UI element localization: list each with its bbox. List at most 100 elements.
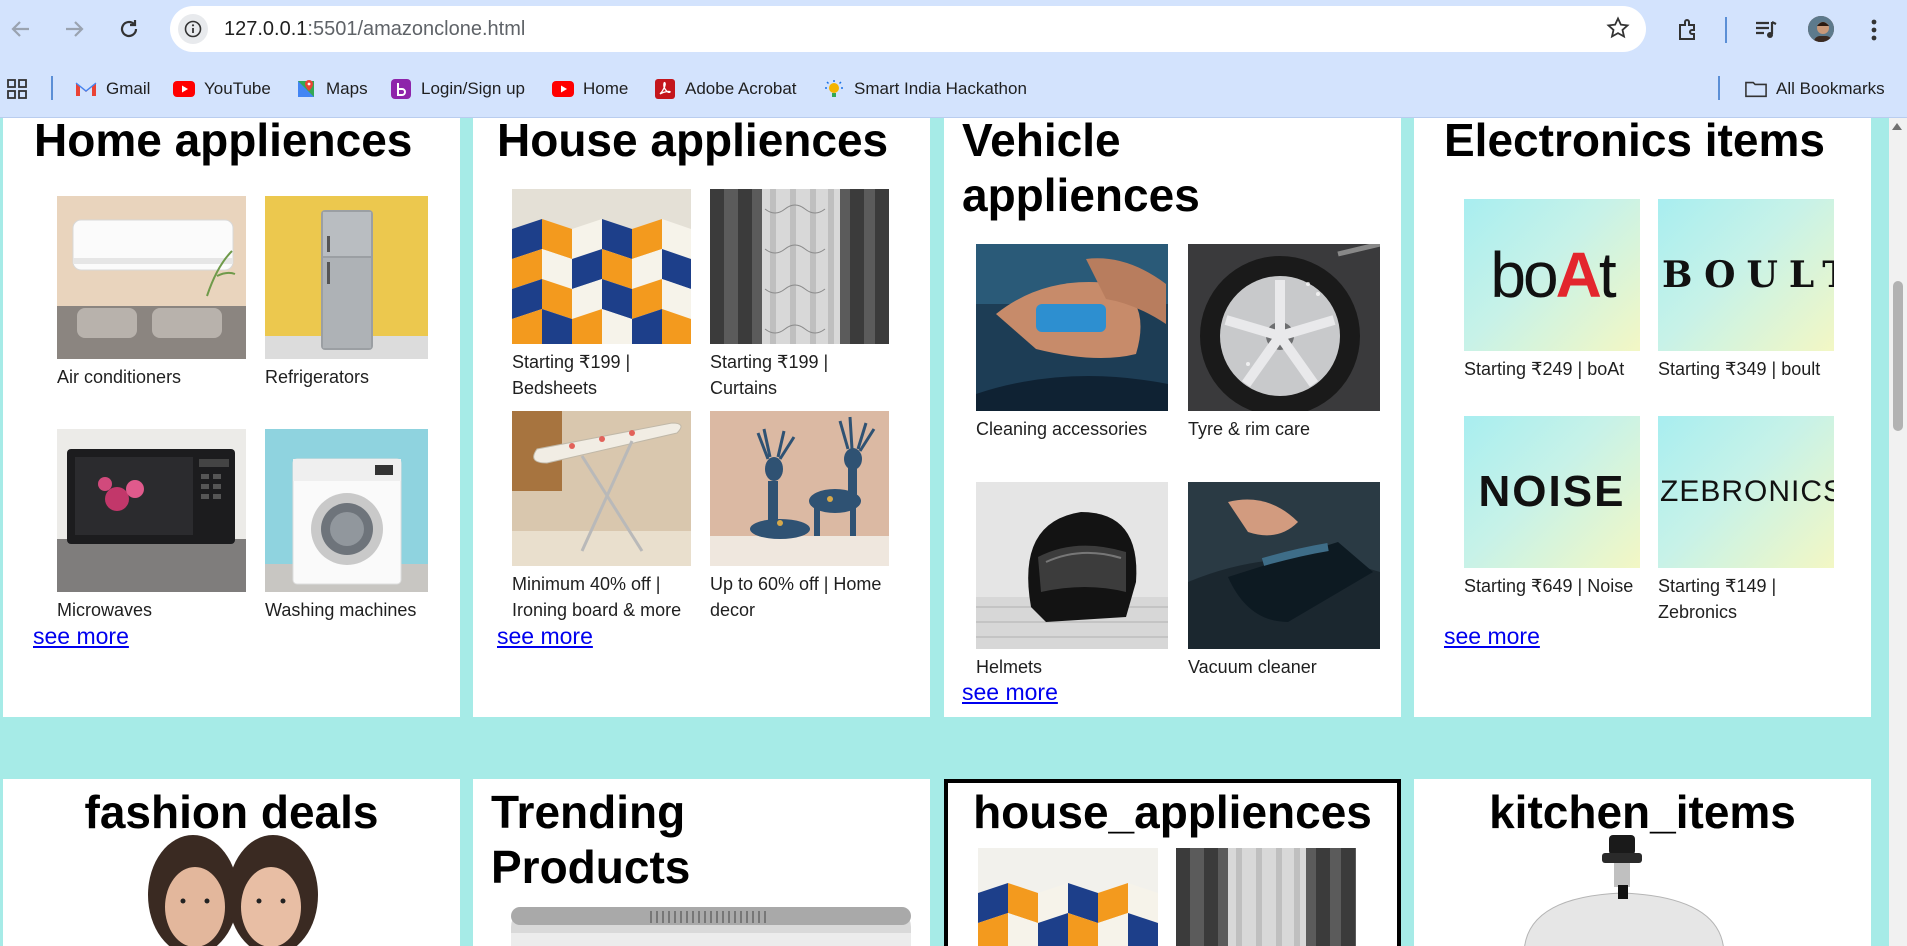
page-scrollbar[interactable]: [1889, 118, 1907, 946]
boat-logo-image: bo At: [1464, 199, 1640, 351]
bookmark-star-icon[interactable]: [1606, 16, 1630, 44]
item-caption: Starting ₹199 | Bedsheets: [512, 352, 631, 398]
card-title: House appliences: [497, 118, 889, 166]
youtube-icon: [173, 79, 195, 99]
item-helmets[interactable]: Helmets: [976, 482, 1168, 680]
address-bar[interactable]: 127.0.0.1:5501/amazonclone.html: [170, 6, 1646, 52]
bookmark-login[interactable]: Login/Sign up: [390, 76, 525, 102]
acrobat-icon: [654, 79, 676, 99]
bookmark-gmail[interactable]: Gmail: [75, 76, 150, 102]
card-title-line1: Trending: [491, 786, 686, 838]
item-caption: Tyre & rim care: [1188, 419, 1311, 439]
profile-avatar[interactable]: [1806, 14, 1836, 44]
reload-button[interactable]: [110, 10, 148, 48]
forward-button[interactable]: [55, 10, 93, 48]
bookmark-sih[interactable]: Smart India Hackathon: [823, 76, 1027, 102]
all-bookmarks-button[interactable]: All Bookmarks: [1745, 76, 1885, 102]
gmail-icon: [75, 79, 97, 99]
fashion-image: [133, 835, 333, 946]
url-path: :5501/amazonclone.html: [307, 18, 526, 40]
sih-icon: [823, 79, 845, 99]
apps-grid-icon[interactable]: [6, 76, 28, 102]
item-tyre-rim-care[interactable]: Tyre & rim care: [1188, 244, 1380, 442]
card-house-appliences: House appliences Starting ₹199 | Bedshee…: [473, 118, 930, 717]
media-control-icon[interactable]: [1748, 12, 1784, 48]
bookmark-divider: [51, 76, 53, 100]
zebronics-logo: ZEBRONICS: [1658, 416, 1834, 568]
bookmark-acrobat[interactable]: Adobe Acrobat: [654, 76, 797, 102]
item-bedsheets[interactable]: Starting ₹199 | Bedsheets: [512, 189, 691, 401]
card-electronics-items: Electronics items bo At Starting ₹249 | b…: [1414, 118, 1871, 717]
item-caption: Up to 60% off | Home decor: [710, 574, 882, 620]
item-air-conditioners[interactable]: Air conditioners: [57, 196, 246, 390]
scrollbar-thumb[interactable]: [1893, 281, 1903, 431]
item-home-decor[interactable]: Up to 60% off | Home decor: [710, 411, 889, 623]
item-refrigerators[interactable]: Refrigerators: [265, 196, 428, 390]
bookmark-home[interactable]: Home: [552, 76, 628, 102]
card-title-line1: Vehicle: [962, 118, 1121, 166]
item-curtains[interactable]: Starting ₹199 | Curtains: [710, 189, 889, 401]
more-menu-icon[interactable]: [1856, 12, 1892, 48]
item-ironing-board[interactable]: Minimum 40% off | Ironing board & more: [512, 411, 691, 623]
item-caption: Cleaning accessories: [976, 419, 1148, 439]
card-title: Vehicle appliences: [962, 118, 1200, 223]
washing-machine-image: [265, 429, 428, 592]
url-text[interactable]: 127.0.0.1:5501/amazonclone.html: [224, 18, 525, 41]
card-title-line2: Products: [491, 841, 691, 893]
back-button[interactable]: [2, 10, 40, 48]
zebronics-logo-text: ZEBRONICS: [1660, 475, 1834, 508]
item-cleaning-accessories[interactable]: Cleaning accessories: [976, 244, 1168, 442]
item-caption: Washing machines: [265, 600, 417, 620]
trending-product-image: [511, 903, 911, 946]
deer-decor-image: [710, 411, 889, 566]
extensions-icon[interactable]: [1670, 12, 1706, 48]
item-microwaves[interactable]: Microwaves: [57, 429, 246, 623]
site-info-icon[interactable]: [178, 14, 208, 44]
card-title: Electronics items: [1444, 118, 1825, 166]
see-more-link[interactable]: see more: [33, 623, 129, 650]
boult-logo-image: BOULT: [1658, 199, 1834, 351]
bookmark-youtube[interactable]: YouTube: [173, 76, 271, 102]
see-more-link[interactable]: see more: [497, 623, 593, 650]
ironing-board-image: [512, 411, 691, 566]
item-caption: Helmets: [976, 657, 1043, 677]
bookmark-label: Smart India Hackathon: [854, 79, 1027, 98]
card-trending-products: Trending Products: [473, 779, 930, 946]
item-caption: Starting ₹349 | boult: [1658, 359, 1821, 379]
item-caption: Starting ₹149 | Zebronics: [1658, 576, 1777, 622]
card-house-appliences-2: house_appliences: [944, 779, 1401, 946]
card-title: house_appliences: [973, 786, 1372, 838]
card-kitchen-items: kitchen_items: [1414, 779, 1871, 946]
item-boat[interactable]: bo At Starting ₹249 | boAt: [1464, 199, 1640, 382]
bookmark-maps[interactable]: Maps: [295, 76, 368, 102]
microwave-image: [57, 429, 246, 592]
pressure-cooker-image: [1514, 835, 1734, 946]
bedsheet-image: [512, 189, 691, 344]
item-zebronics[interactable]: ZEBRONICS Starting ₹149 | Zebronics: [1658, 416, 1834, 625]
card-title: Home appliences: [34, 118, 413, 166]
see-more-link[interactable]: see more: [1444, 623, 1540, 650]
card-fashion-deals: fashion deals: [3, 779, 460, 946]
folder-icon: [1745, 79, 1767, 99]
item-noise[interactable]: NOISE Starting ₹649 | Noise: [1464, 416, 1640, 599]
card-vehicle-appliences: Vehicleappliences Cleaning accessories: [944, 118, 1401, 717]
item-boult[interactable]: BOULT Starting ₹349 | boult: [1658, 199, 1834, 382]
bookmark-label: Login/Sign up: [421, 79, 525, 98]
item-caption: Microwaves: [57, 600, 153, 620]
card-title: Trending Products: [491, 785, 690, 895]
item-vacuum-cleaner[interactable]: Vacuum cleaner: [1188, 482, 1380, 680]
toolbar-divider: [1725, 17, 1727, 43]
bookmark-divider: [1718, 76, 1720, 100]
car-cleaning-image: [976, 244, 1168, 411]
maps-icon: [295, 79, 317, 99]
boult-logo: BOULT: [1658, 199, 1834, 351]
boat-logo: bo At: [1464, 199, 1640, 351]
item-caption: Starting ₹649 | Noise: [1464, 576, 1634, 596]
scroll-up-arrow-icon[interactable]: [1892, 123, 1902, 130]
see-more-link[interactable]: see more: [962, 679, 1058, 706]
item-caption: Vacuum cleaner: [1188, 657, 1317, 677]
card-title-line2: appliences: [962, 169, 1200, 221]
item-caption: Air conditioners: [57, 367, 182, 387]
vacuum-image: [1188, 482, 1380, 649]
item-washing-machines[interactable]: Washing machines: [265, 429, 428, 623]
